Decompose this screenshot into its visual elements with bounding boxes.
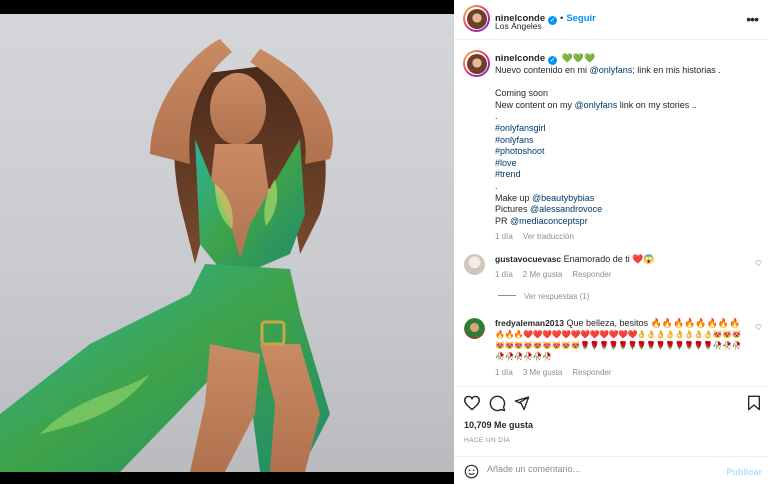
mention-link[interactable]: @onlyfans bbox=[575, 100, 618, 110]
separator-dot: • bbox=[560, 13, 564, 23]
caption-text: link on my stories .. bbox=[617, 99, 697, 110]
hashtag-link[interactable]: #love bbox=[495, 158, 757, 170]
commenter-avatar[interactable] bbox=[464, 254, 485, 275]
comment-like-heart-icon[interactable]: ♡ bbox=[755, 323, 762, 332]
caption-username[interactable]: ninelconde bbox=[495, 53, 545, 64]
caption-text: Pictures bbox=[495, 204, 531, 215]
comment-likes[interactable]: 3 Me gusta bbox=[523, 368, 563, 377]
post-media bbox=[0, 0, 454, 484]
caption-separator: . bbox=[495, 111, 498, 122]
verified-badge-icon: ✓ bbox=[548, 56, 558, 65]
follow-button[interactable]: Seguir bbox=[566, 13, 596, 24]
comment-time[interactable]: 1 día bbox=[495, 368, 513, 377]
comment-icon[interactable] bbox=[489, 395, 506, 412]
verified-badge-icon: ✓ bbox=[548, 16, 558, 25]
photo-illustration bbox=[0, 39, 333, 472]
comments-scroll-area[interactable]: ninelconde ✓ 💚💚💚 Nuevo contenido en mi @o… bbox=[454, 41, 768, 384]
author-avatar[interactable] bbox=[463, 5, 490, 32]
post-caption: ninelconde ✓ 💚💚💚 Nuevo contenido en mi @o… bbox=[495, 53, 757, 243]
hashtag-link[interactable]: #onlyfans bbox=[495, 135, 757, 147]
caption-text: Coming soon bbox=[495, 88, 549, 99]
post-location[interactable]: Los Ángeles bbox=[495, 21, 542, 31]
emoji-icon[interactable] bbox=[464, 464, 479, 479]
caption-text: PR bbox=[495, 215, 511, 226]
mention-link[interactable]: @mediaconceptspr bbox=[510, 216, 588, 226]
caption-text: Make up bbox=[495, 192, 533, 203]
post-actions-bar bbox=[454, 386, 768, 420]
commenter-avatar[interactable] bbox=[464, 318, 485, 339]
hashtag-link[interactable]: #onlyfansgirl bbox=[495, 123, 757, 135]
caption-text: Nuevo contenido en mi bbox=[495, 65, 590, 75]
heart-icon[interactable] bbox=[463, 395, 481, 411]
hashtag-link[interactable]: #trend bbox=[495, 169, 757, 181]
publish-button[interactable]: Publicar bbox=[726, 467, 762, 477]
post-photo[interactable] bbox=[0, 14, 454, 472]
add-comment-bar: Publicar bbox=[454, 456, 768, 484]
comment-username[interactable]: fredyaleman2013 bbox=[495, 318, 564, 328]
hashtag-link[interactable]: #photoshoot bbox=[495, 146, 757, 158]
share-icon[interactable] bbox=[514, 395, 530, 411]
mention-link[interactable]: @alessandrovoce bbox=[530, 204, 602, 214]
more-horizontal-icon[interactable]: ••• bbox=[746, 11, 759, 27]
comment-username[interactable]: gustavocuevasc bbox=[495, 254, 561, 264]
caption-text: ; link en mis historias . bbox=[632, 65, 721, 75]
comment-input[interactable] bbox=[487, 464, 717, 474]
comment-likes[interactable]: 2 Me gusta bbox=[523, 270, 563, 279]
reply-button[interactable]: Responder bbox=[572, 368, 611, 377]
comment-text: 😻😻😻😻😻😻😻😻😻🌹🌹🌹🌹🌹🌹🌹🌹🌹🌹🌹🌹🌹🌹🥀🥀🥀 bbox=[495, 341, 741, 350]
comment-item: fredyaleman2013 Que belleza, besitos 🔥🔥🔥… bbox=[495, 317, 757, 379]
bookmark-icon[interactable] bbox=[747, 395, 761, 411]
view-replies-label: Ver respuestas (1) bbox=[524, 292, 590, 301]
post-details-panel: ninelconde ✓ • Seguir Los Ángeles ••• ninel… bbox=[454, 0, 768, 484]
comment-like-heart-icon[interactable]: ♡ bbox=[755, 259, 762, 268]
comment-item: gustavocuevasc Enamorado de ti ❤️😱 1 día… bbox=[495, 253, 757, 281]
comment-text: Enamorado de ti ❤️😱 bbox=[563, 254, 655, 264]
caption-avatar[interactable] bbox=[463, 50, 490, 77]
caption-separator: . bbox=[495, 180, 498, 191]
mention-link[interactable]: @beautybybias bbox=[532, 193, 594, 203]
post-header: ninelconde ✓ • Seguir Los Ángeles ••• bbox=[454, 0, 768, 40]
caption-text: New content on my bbox=[495, 99, 575, 110]
likes-count[interactable]: 10,709 Me gusta bbox=[464, 420, 533, 430]
reply-button[interactable]: Responder bbox=[572, 270, 611, 279]
caption-time[interactable]: 1 día bbox=[495, 232, 513, 241]
comment-text: Que belleza, besitos 🔥🔥🔥🔥🔥🔥🔥🔥 bbox=[566, 318, 741, 328]
see-translation-link[interactable]: Ver traducción bbox=[523, 232, 574, 241]
view-replies-button[interactable]: Ver respuestas (1) bbox=[498, 292, 589, 301]
comment-text: 🥀🥀🥀🥀🥀🥀 bbox=[495, 352, 552, 361]
comment-text: 🔥🔥🔥❤️❤️❤️❤️❤️❤️❤️❤️❤️❤️❤️❤️👌👌👌👌👌👌👌👌😻😻😻 bbox=[495, 330, 741, 339]
mention-link[interactable]: @onlyfans bbox=[590, 65, 633, 75]
post-timestamp[interactable]: HACE UN DÍA bbox=[464, 437, 510, 444]
caption-hearts: 💚💚💚 bbox=[561, 53, 596, 63]
comment-time[interactable]: 1 día bbox=[495, 270, 513, 279]
